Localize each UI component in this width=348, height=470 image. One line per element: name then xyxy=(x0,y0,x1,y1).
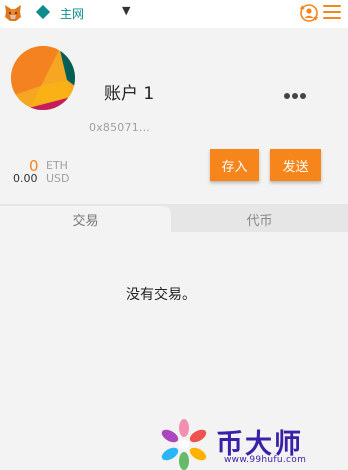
more-dots-icon[interactable] xyxy=(284,84,308,99)
hamburger-menu-icon[interactable] xyxy=(323,5,341,20)
usd-balance-value: 0.00 xyxy=(13,172,38,185)
tab-tokens[interactable]: 代币 xyxy=(171,206,348,232)
tab-transactions[interactable]: 交易 xyxy=(0,206,171,232)
watermark: 币大师 www.99hufu.com xyxy=(156,418,348,470)
empty-transactions-message: 没有交易。 xyxy=(126,287,196,303)
watermark-url: www.99hufu.com xyxy=(224,455,307,465)
deposit-button[interactable]: 存入 xyxy=(210,149,259,181)
top-bar: 主网 ▼ xyxy=(0,0,348,28)
account-address[interactable]: 0x85071... xyxy=(89,121,150,134)
account-avatar[interactable] xyxy=(11,46,75,110)
eth-unit-label: ETH xyxy=(46,159,68,172)
send-button[interactable]: 发送 xyxy=(270,149,321,181)
watermark-flower-logo xyxy=(161,419,207,470)
usd-unit-label: USD xyxy=(46,172,70,185)
network-dropdown-caret-icon[interactable]: ▼ xyxy=(122,4,130,17)
metamask-fox-icon[interactable] xyxy=(3,3,23,23)
account-name[interactable]: 账户 1 xyxy=(104,79,154,104)
network-diamond-icon xyxy=(35,4,51,20)
network-label[interactable]: 主网 xyxy=(60,5,84,22)
account-switch-icon[interactable] xyxy=(299,3,319,23)
